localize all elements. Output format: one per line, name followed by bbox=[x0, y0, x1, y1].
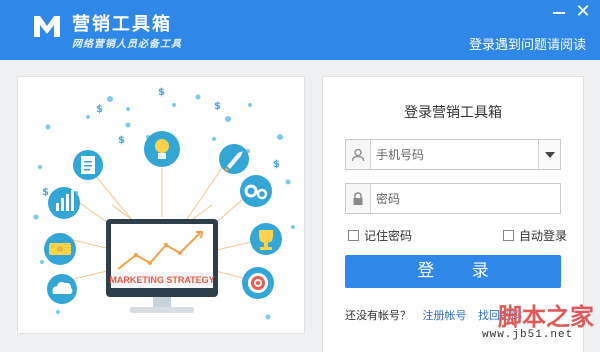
minimize-icon[interactable] bbox=[551, 4, 567, 20]
monitor-icon: MARKETING STRATEGY bbox=[106, 219, 218, 313]
trophy-icon bbox=[250, 223, 282, 255]
gears-icon bbox=[240, 175, 272, 207]
target-icon bbox=[242, 267, 274, 299]
help-link[interactable]: 登录遇到问题请阅读 bbox=[469, 34, 586, 53]
app-title: 营销工具箱 bbox=[72, 14, 172, 35]
logo-m-icon bbox=[34, 16, 60, 37]
checkbox-box[interactable] bbox=[503, 230, 514, 241]
watermark: 脚本之家 www.jb51.net bbox=[474, 297, 594, 349]
money-icon bbox=[44, 233, 76, 265]
dollar-symbol: $ bbox=[214, 101, 221, 112]
no-account-text: 还没有帐号？ bbox=[345, 309, 411, 322]
app-slogan: 网络营销人员必备工具 bbox=[72, 39, 182, 50]
login-title: 登录营销工具箱 bbox=[404, 105, 502, 121]
checkbox-box[interactable] bbox=[348, 230, 359, 241]
user-icon bbox=[346, 140, 371, 169]
dollar-symbol: $ bbox=[42, 187, 49, 198]
dollar-symbol: $ bbox=[96, 104, 103, 115]
dollar-symbol: $ bbox=[118, 135, 125, 146]
remember-password-label: 记住密码 bbox=[364, 229, 413, 243]
lock-icon bbox=[346, 184, 371, 213]
marketing-illustration: $ $ $ $ $ $ MARKETING STRATEGY bbox=[33, 87, 295, 320]
illustration-panel: $ $ $ $ $ $ MARKETING STRATEGY bbox=[17, 76, 305, 334]
auto-login-label: 自动登录 bbox=[519, 229, 568, 243]
password-input[interactable] bbox=[376, 189, 526, 208]
cloud-icon bbox=[47, 274, 77, 304]
document-icon bbox=[73, 150, 103, 180]
register-link[interactable]: 注册帐号 bbox=[423, 309, 467, 322]
rocket-icon bbox=[219, 144, 249, 174]
title-bar: 营销工具箱 网络营销人员必备工具 ✕ 登录遇到问题请阅读 bbox=[0, 0, 600, 60]
dollar-symbol: $ bbox=[158, 87, 165, 98]
chevron-down-icon bbox=[544, 151, 555, 158]
password-field bbox=[345, 183, 561, 214]
banner-text: MARKETING STRATEGY bbox=[109, 275, 214, 285]
phone-field bbox=[345, 139, 561, 170]
watermark-title: 脚本之家 bbox=[498, 302, 594, 331]
auto-login-checkbox[interactable]: 自动登录 bbox=[503, 227, 567, 244]
bar-chart-icon bbox=[48, 187, 80, 219]
remember-password-checkbox[interactable]: 记住密码 bbox=[348, 227, 412, 244]
phone-dropdown-button[interactable] bbox=[538, 140, 560, 169]
login-button[interactable]: 登 录 bbox=[345, 255, 561, 288]
watermark-url: www.jb51.net bbox=[482, 329, 574, 341]
lightbulb-icon bbox=[144, 131, 180, 167]
phone-input[interactable] bbox=[376, 145, 526, 164]
dollar-symbol: $ bbox=[273, 159, 280, 170]
close-icon[interactable]: ✕ bbox=[574, 3, 592, 21]
